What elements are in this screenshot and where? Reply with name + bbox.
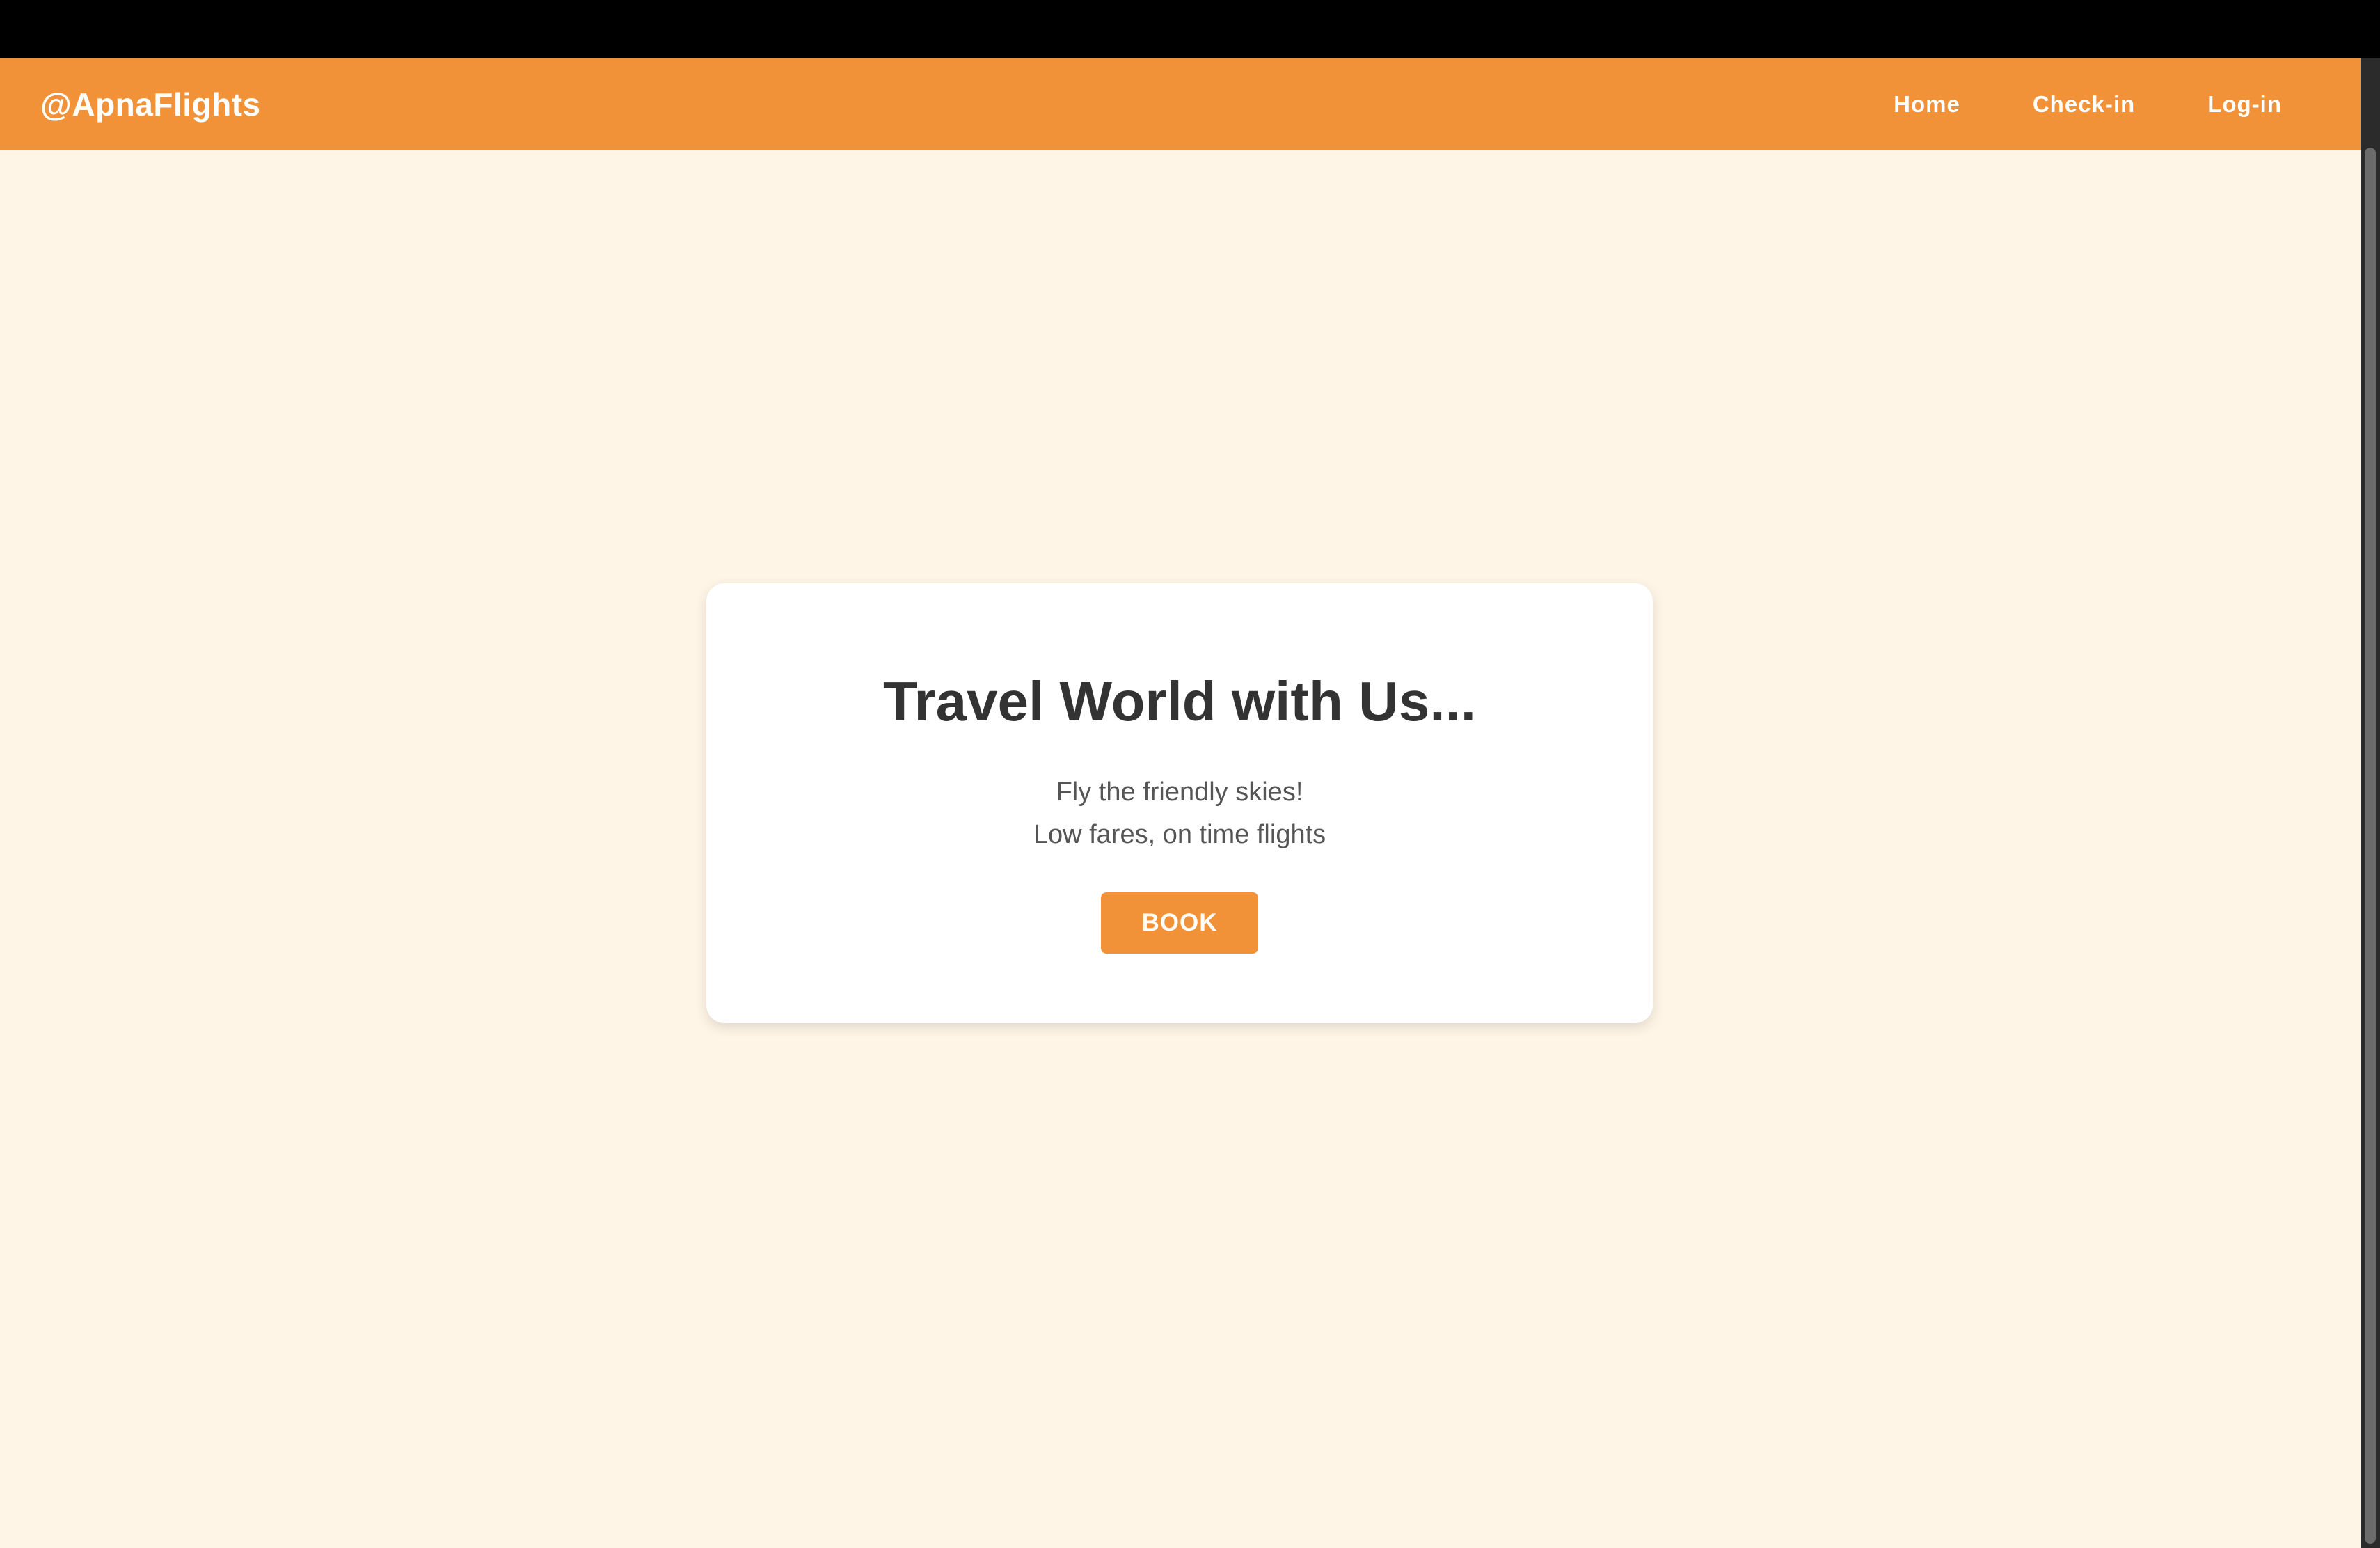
- hero-title: Travel World with Us...: [882, 670, 1477, 732]
- hero-card: Travel World with Us... Fly the friendly…: [706, 583, 1653, 1023]
- nav-link-log-in[interactable]: Log-in: [2207, 91, 2282, 118]
- hero-subtitle-line-1: Fly the friendly skies!: [1056, 777, 1303, 807]
- brand-logo[interactable]: @ApnaFlights: [40, 86, 261, 123]
- hero-subtitle: Fly the friendly skies! Low fares, on ti…: [1033, 771, 1326, 856]
- hero-subtitle-line-2: Low fares, on time flights: [1033, 820, 1326, 849]
- window-top-bar: [0, 0, 2380, 58]
- page-viewport: @ApnaFlights Home Check-in Log-in Travel…: [0, 58, 2361, 1548]
- nav-links: Home Check-in Log-in: [1821, 91, 2282, 118]
- nav-link-home[interactable]: Home: [1894, 91, 1960, 118]
- scrollbar-thumb[interactable]: [2365, 148, 2376, 1544]
- book-button[interactable]: BOOK: [1101, 892, 1258, 954]
- nav-link-check-in[interactable]: Check-in: [2033, 91, 2135, 118]
- vertical-scrollbar[interactable]: [2361, 58, 2380, 1548]
- navbar: @ApnaFlights Home Check-in Log-in: [0, 58, 2361, 150]
